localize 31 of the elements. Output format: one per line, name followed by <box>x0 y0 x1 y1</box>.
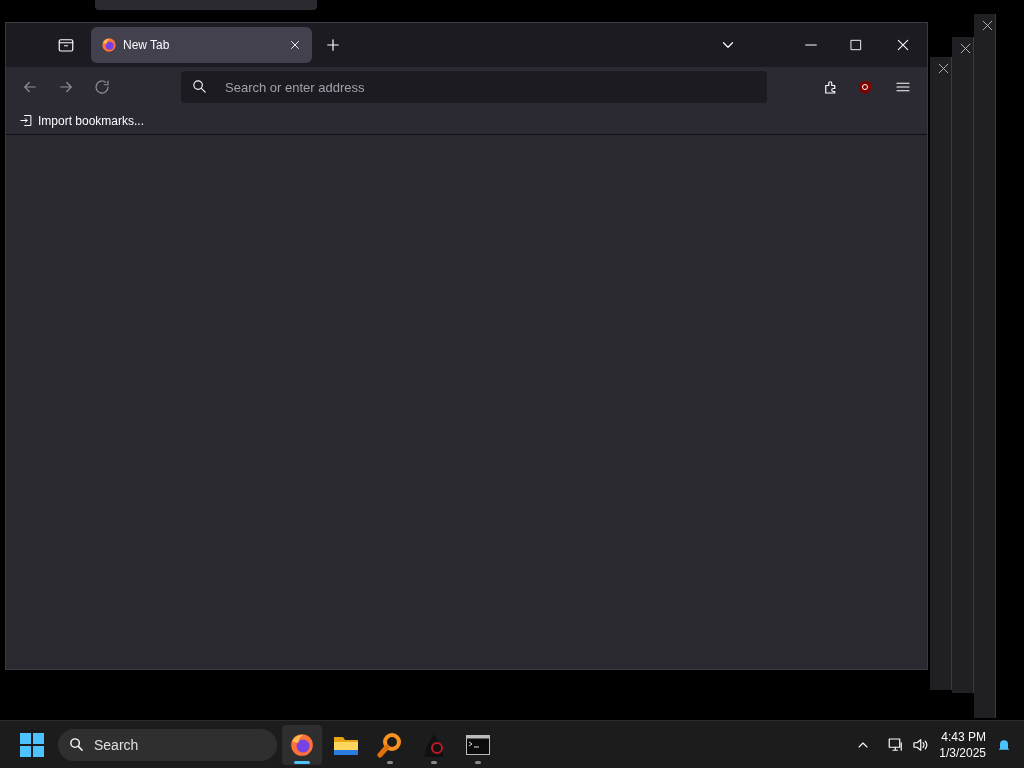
running-indicator <box>431 760 437 764</box>
running-indicator <box>475 760 481 764</box>
clock[interactable]: 4:43 PM 1/3/2025 <box>939 728 986 761</box>
browser-logo-icon <box>289 731 315 758</box>
close-icon[interactable] <box>288 38 302 52</box>
running-indicator <box>387 760 393 764</box>
running-indicator <box>294 760 310 764</box>
shield-icon[interactable] <box>858 80 872 94</box>
windows-logo-icon[interactable] <box>20 732 44 757</box>
address-field[interactable]: Search or enter address <box>181 71 767 103</box>
close-icon[interactable] <box>938 63 949 74</box>
terminal-icon <box>466 734 490 755</box>
reload-icon[interactable] <box>93 78 111 96</box>
browser-logo-icon <box>101 37 117 53</box>
tab-title: New Tab <box>123 37 171 54</box>
maximize-icon[interactable] <box>849 38 863 52</box>
plus-icon[interactable] <box>324 36 342 54</box>
browser-tab[interactable]: New Tab <box>91 27 312 63</box>
close-icon[interactable] <box>895 37 911 53</box>
magnifier-icon <box>377 731 403 758</box>
taskbar-search-field[interactable]: Search <box>58 728 277 761</box>
search-icon <box>191 78 208 95</box>
tray-icon <box>57 36 75 54</box>
import-bookmarks-button[interactable]: Import bookmarks... <box>19 111 145 130</box>
clock-date: 1/3/2025 <box>939 744 986 761</box>
close-icon[interactable] <box>960 43 971 54</box>
taskbar-app-button[interactable] <box>282 724 322 765</box>
clock-time: 4:43 PM <box>941 728 986 745</box>
import-icon <box>19 113 34 128</box>
search-icon <box>68 735 85 753</box>
close-icon[interactable] <box>982 20 993 31</box>
